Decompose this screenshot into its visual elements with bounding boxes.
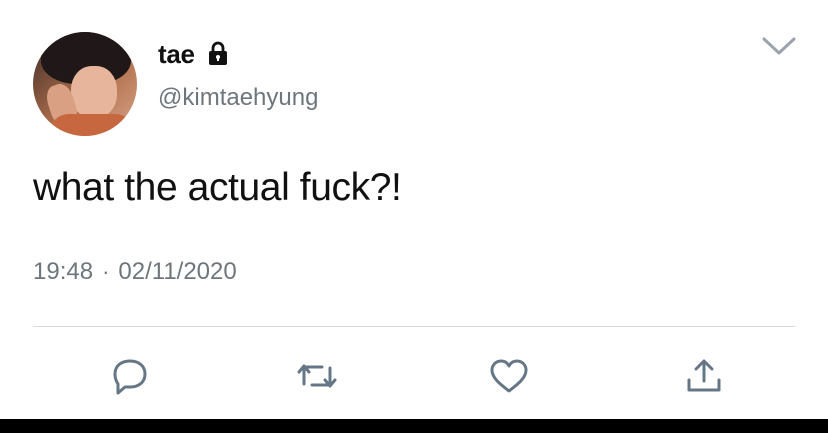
retweet-icon[interactable] xyxy=(295,356,339,396)
share-icon[interactable] xyxy=(682,356,726,396)
avatar-shirt xyxy=(49,114,135,136)
display-name[interactable]: tae xyxy=(158,39,195,70)
tweet-time: 19:48 xyxy=(33,258,94,285)
avatar-face xyxy=(71,66,117,118)
user-handle[interactable]: @kimtaehyung xyxy=(158,84,318,112)
meta-separator: · xyxy=(102,259,110,284)
chevron-down-icon[interactable] xyxy=(761,33,797,59)
tweet-timestamp[interactable]: 19:48 · 02/11/2020 xyxy=(33,258,237,286)
lock-icon xyxy=(208,41,227,65)
avatar[interactable] xyxy=(33,32,137,136)
bottom-bar xyxy=(0,419,828,433)
reply-icon[interactable] xyxy=(108,356,152,396)
heart-icon[interactable] xyxy=(487,356,531,396)
tweet-text: what the actual fuck?! xyxy=(33,166,402,209)
divider xyxy=(33,326,795,327)
tweet-date: 02/11/2020 xyxy=(118,258,237,285)
tweet-card: tae @kimtaehyung what the actual fuck?! … xyxy=(0,0,828,419)
user-name-row: tae xyxy=(158,38,230,70)
